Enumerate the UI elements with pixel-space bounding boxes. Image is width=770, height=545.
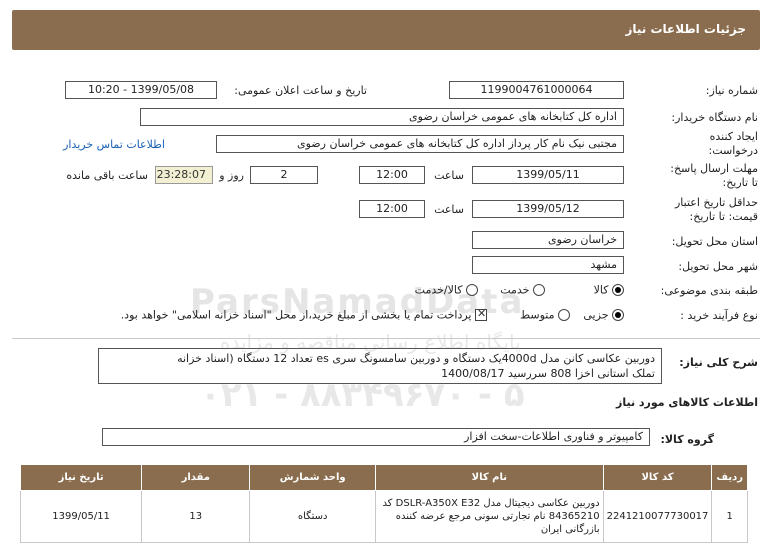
- process-label: نوع فرآیند خرید :: [680, 309, 758, 322]
- remaining-timer: 23:28:07: [155, 166, 213, 184]
- col-code: کد کالا: [602, 464, 713, 491]
- process-option-minor[interactable]: جزیی: [583, 308, 624, 322]
- treasury-payment-option[interactable]: پرداخت تمام یا بخشی از مبلغ خرید،از محل …: [120, 307, 487, 322]
- validity-time-field: 12:00: [359, 200, 425, 218]
- col-qty: مقدار: [141, 464, 251, 491]
- goods-group-label: گروه کالا:: [660, 433, 714, 446]
- cell-name: دوربین عکاسی دیجیتال مدل DSLR-A350X E32 …: [375, 490, 604, 543]
- city-label: شهر محل تحویل:: [678, 260, 758, 273]
- category-option-goods-service[interactable]: کالا/خدمت: [415, 283, 478, 297]
- announce-label: تاریخ و ساعت اعلان عمومی:: [234, 84, 367, 97]
- deadline-date-field: 1399/05/11: [472, 166, 624, 184]
- category-goods-radio[interactable]: [612, 284, 624, 296]
- validity-label-2: قیمت: تا تاریخ:: [689, 210, 758, 223]
- goods-group-field: کامپیوتر و فناوری اطلاعات-سخت افزار: [102, 428, 650, 446]
- need-number-field: 1199004761000064: [449, 81, 624, 99]
- buyer-field: اداره کل کتابخانه های عمومی خراسان رضوی: [140, 108, 624, 126]
- treasury-payment-note: پرداخت تمام یا بخشی از مبلغ خرید،از محل …: [120, 308, 472, 322]
- cell-code: 2241210077730017: [602, 490, 713, 543]
- validity-label-1: حداقل تاریخ اعتبار: [674, 196, 758, 209]
- items-table-header: ردیف کد کالا نام کالا واحد شمارش مقدار ت…: [19, 464, 748, 491]
- remaining-label: ساعت باقی مانده: [66, 169, 148, 182]
- category-option-goods[interactable]: کالا: [594, 283, 624, 297]
- province-label: استان محل تحویل:: [671, 235, 758, 248]
- page-header: جزئیات اطلاعات نیاز: [12, 10, 760, 50]
- validity-time-label: ساعت: [434, 203, 464, 216]
- days-field: 2: [250, 166, 318, 184]
- validity-date-field: 1399/05/12: [472, 200, 624, 218]
- table-row: 1 2241210077730017 دوربین عکاسی دیجیتال …: [19, 490, 748, 543]
- creator-field: مجتبی نیک نام کار پرداز اداره کل کتابخان…: [216, 135, 624, 153]
- description-label: شرح کلی نیاز:: [679, 356, 758, 369]
- category-option-service[interactable]: خدمت: [500, 283, 545, 297]
- section-divider: [12, 338, 760, 339]
- buyer-label: نام دستگاه خریدار:: [671, 111, 758, 124]
- deadline-time-label: ساعت: [434, 169, 464, 182]
- creator-label-1: ایجاد کننده: [709, 130, 758, 143]
- description-box: دوربین عکاسی کانن مدل 4000dیک دستگاه و د…: [98, 348, 662, 384]
- process-medium-radio[interactable]: [558, 309, 570, 321]
- deadline-label-2: تا تاریخ:: [722, 176, 758, 189]
- col-date: تاریخ نیاز: [19, 464, 143, 491]
- description-line-2: تملک استانی اخزا 808 سررسید 1400/08/17: [441, 367, 655, 380]
- need-number-label: شماره نیاز:: [705, 84, 758, 97]
- category-goods-service-radio[interactable]: [466, 284, 478, 296]
- category-service-radio[interactable]: [533, 284, 545, 296]
- cell-date: 1399/05/11: [19, 490, 143, 543]
- deadline-label-1: مهلت ارسال پاسخ:: [670, 162, 758, 175]
- cell-qty: 13: [141, 490, 251, 543]
- treasury-payment-checkbox[interactable]: [475, 307, 487, 321]
- col-unit: واحد شمارش: [249, 464, 377, 491]
- items-table-wrapper: ردیف کد کالا نام کالا واحد شمارش مقدار ت…: [19, 464, 748, 543]
- items-table: ردیف کد کالا نام کالا واحد شمارش مقدار ت…: [19, 464, 748, 543]
- process-option-medium[interactable]: متوسط: [520, 308, 570, 322]
- province-field: خراسان رضوی: [472, 231, 624, 249]
- col-name: نام کالا: [375, 464, 604, 491]
- creator-label-2: درخواست:: [708, 144, 758, 157]
- deadline-time-field: 12:00: [359, 166, 425, 184]
- col-row: ردیف: [711, 464, 748, 491]
- buyer-contact-link[interactable]: اطلاعات تماس خریدار: [63, 138, 165, 151]
- process-minor-radio[interactable]: [612, 309, 624, 321]
- cell-unit: دستگاه: [249, 490, 377, 543]
- days-label: روز و: [219, 169, 244, 182]
- city-field: مشهد: [472, 256, 624, 274]
- page-title: جزئیات اطلاعات نیاز: [625, 22, 746, 36]
- category-label: طبقه بندی موضوعی:: [660, 284, 758, 297]
- goods-section-title: اطلاعات کالاهای مورد نیاز: [616, 396, 758, 409]
- cell-row: 1: [711, 490, 748, 543]
- description-line-1: دوربین عکاسی کانن مدل 4000dیک دستگاه و د…: [177, 352, 655, 365]
- announce-field: 1399/05/08 - 10:20: [65, 81, 217, 99]
